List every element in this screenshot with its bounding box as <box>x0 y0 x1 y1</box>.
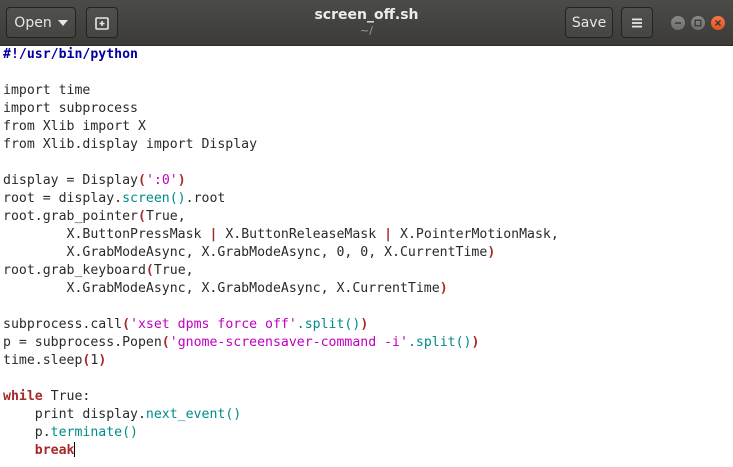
code-token: X.GrabModeAsync, X.GrabModeAsync, X.Curr… <box>3 281 440 296</box>
code-token: X.ButtonReleaseMask <box>217 227 385 242</box>
code-token: p = subprocess.Popen <box>3 335 162 350</box>
function-token: terminate <box>50 425 123 440</box>
window-subtitle: ~/ <box>360 24 373 37</box>
code-editor[interactable]: #!/usr/bin/python import time import sub… <box>0 46 733 467</box>
save-button[interactable]: Save <box>565 7 613 38</box>
code-token: X.ButtonPressMask <box>3 227 210 242</box>
code-token: time.sleep <box>3 353 83 368</box>
code-token: True: <box>42 389 91 404</box>
shebang-line: #!/usr/bin/python <box>3 47 138 62</box>
code-line: import subprocess <box>3 101 138 116</box>
open-button-label: Open <box>14 14 52 31</box>
menu-button[interactable] <box>621 7 653 38</box>
chevron-down-icon <box>57 19 68 26</box>
code-token: True, <box>145 209 186 224</box>
window-title: screen_off.sh <box>314 7 419 23</box>
string-token: 'gnome-screensaver-command -i' <box>169 335 408 350</box>
close-icon <box>714 19 722 27</box>
keyword-token: while <box>3 389 43 404</box>
code-token: p. <box>3 425 51 440</box>
code-token: root = display. <box>3 191 123 206</box>
code-line: import time <box>3 83 91 98</box>
code-token: root.grab_pointer <box>3 209 138 224</box>
text-cursor <box>74 442 76 457</box>
maximize-button[interactable] <box>691 16 705 30</box>
code-token: print display. <box>3 407 146 422</box>
string-token: ':0' <box>145 173 178 188</box>
code-token: display = Display <box>3 173 138 188</box>
maximize-icon <box>694 19 702 27</box>
code-token: X.GrabModeAsync, X.GrabModeAsync, 0, 0, … <box>3 245 488 260</box>
code-line: from Xlib import X <box>3 119 146 134</box>
open-button[interactable]: Open <box>6 7 76 38</box>
function-token: screen <box>122 191 170 206</box>
function-token: .split <box>296 317 345 332</box>
code-text[interactable]: #!/usr/bin/python import time import sub… <box>0 46 733 460</box>
hamburger-menu-icon <box>632 18 642 27</box>
header-bar: Open screen_off.sh ~/ Save <box>0 0 733 46</box>
function-token: next_event <box>145 407 226 422</box>
operator-token: | <box>384 227 393 242</box>
minimize-button[interactable] <box>671 16 685 30</box>
close-button[interactable] <box>711 16 725 30</box>
new-tab-button[interactable] <box>86 7 118 38</box>
code-token: subprocess.call <box>3 317 123 332</box>
code-token: root.grab_keyboard <box>3 263 146 278</box>
new-tab-icon <box>95 16 109 30</box>
minimize-icon <box>675 22 681 24</box>
code-token: True, <box>153 263 194 278</box>
window-title-area: screen_off.sh ~/ <box>200 6 533 38</box>
code-token: X.PointerMotionMask, <box>392 227 559 242</box>
string-token: 'xset dpms force off' <box>130 317 297 332</box>
function-token: .split <box>407 335 456 350</box>
code-line: from Xlib.display import Display <box>3 137 258 152</box>
code-token: .root <box>185 191 226 206</box>
keyword-token: break <box>34 443 75 458</box>
